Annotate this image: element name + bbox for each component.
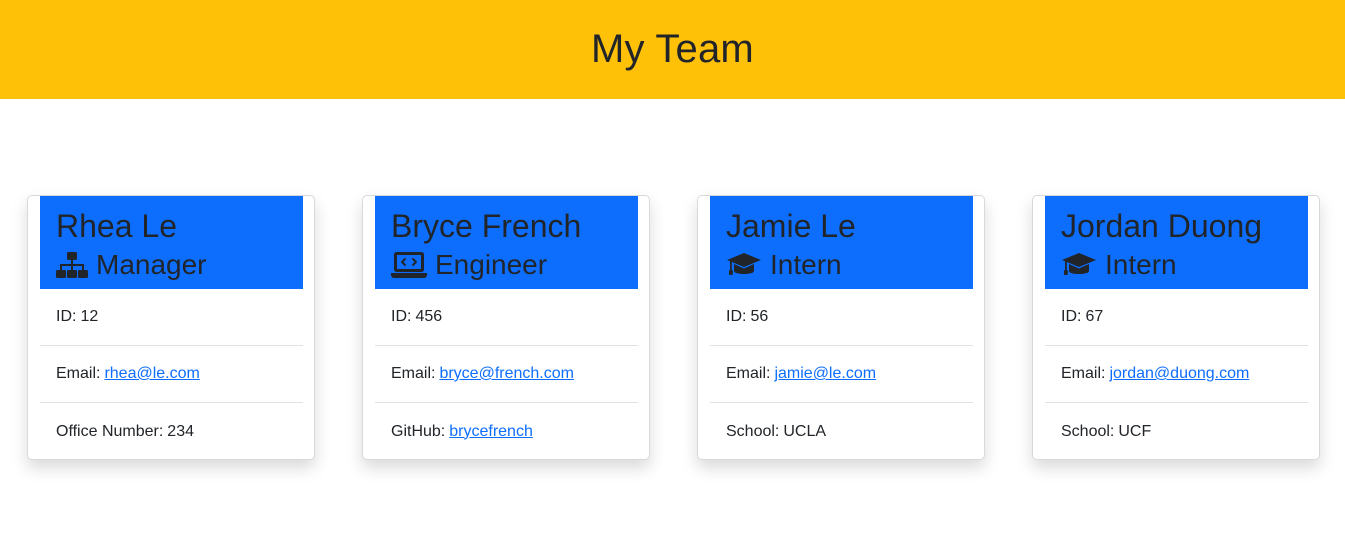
- github-label: GitHub:: [391, 422, 446, 440]
- role-label: Intern: [770, 249, 842, 280]
- employee-role: Engineer: [391, 246, 622, 284]
- employee-email-row: Email: bryce@french.com: [375, 346, 638, 403]
- role-label: Intern: [1105, 249, 1177, 280]
- employee-id-row: ID: 67: [1045, 289, 1308, 346]
- role-label: Engineer: [435, 249, 548, 280]
- id-value: 56: [750, 308, 769, 325]
- id-value: 12: [80, 308, 99, 325]
- sitemap-icon: [56, 252, 88, 278]
- graduation-cap-icon: [1061, 252, 1097, 278]
- office-number-row: Office Number: 234: [40, 403, 303, 460]
- card-header: Rhea Le Manager: [40, 196, 303, 289]
- id-label: ID:: [56, 308, 77, 325]
- employee-card-manager: Rhea Le Manager ID: 12 Email: rhea@le.co…: [27, 195, 315, 460]
- employee-id-row: ID: 456: [375, 289, 638, 346]
- employee-email-row: Email: rhea@le.com: [40, 346, 303, 403]
- employee-role: Intern: [726, 246, 957, 284]
- employee-name: Jordan Duong: [1061, 208, 1263, 244]
- card-header: Jordan Duong Intern: [1045, 196, 1308, 289]
- id-value: 456: [415, 308, 443, 325]
- employee-card-intern: Jordan Duong Intern ID: 67 Email: jordan…: [1032, 195, 1320, 460]
- school-label: School:: [726, 422, 780, 440]
- school-value: UCF: [1118, 422, 1152, 440]
- employee-details: ID: 67 Email: jordan@duong.com School: U…: [1045, 289, 1308, 460]
- id-label: ID:: [391, 308, 412, 325]
- email-link[interactable]: jamie@le.com: [774, 365, 876, 383]
- id-value: 67: [1085, 308, 1104, 325]
- employee-role: Manager: [56, 246, 287, 284]
- team-cards: Rhea Le Manager ID: 12 Email: rhea@le.co…: [0, 99, 1345, 558]
- github-link[interactable]: brycefrench: [449, 423, 533, 441]
- employee-details: ID: 56 Email: jamie@le.com School: UCLA: [710, 289, 973, 460]
- employee-name: Bryce French: [391, 208, 582, 244]
- card-header: Jamie Le Intern: [710, 196, 973, 289]
- email-link[interactable]: jordan@duong.com: [1109, 365, 1249, 383]
- employee-name: Rhea Le: [56, 208, 177, 244]
- email-label: Email:: [391, 365, 436, 382]
- employee-email-row: Email: jordan@duong.com: [1045, 346, 1308, 403]
- email-label: Email:: [56, 365, 101, 382]
- employee-name: Jamie Le: [726, 208, 856, 244]
- employee-card-intern: Jamie Le Intern ID: 56 Email: jamie@le.c…: [697, 195, 985, 460]
- employee-details: ID: 12 Email: rhea@le.com Office Number:…: [40, 289, 303, 460]
- role-label: Manager: [96, 249, 207, 280]
- employee-card-engineer: Bryce French Engineer ID: 456 Email: bry…: [362, 195, 650, 460]
- laptop-code-icon: [391, 252, 427, 278]
- email-label: Email:: [726, 365, 771, 382]
- employee-id-row: ID: 12: [40, 289, 303, 346]
- id-label: ID:: [1061, 308, 1082, 325]
- school-label: School:: [1061, 422, 1115, 440]
- email-label: Email:: [1061, 365, 1106, 382]
- employee-details: ID: 456 Email: bryce@french.com GitHub: …: [375, 289, 638, 460]
- school-row: School: UCF: [1045, 403, 1308, 460]
- email-link[interactable]: bryce@french.com: [439, 365, 574, 383]
- graduation-cap-icon: [726, 252, 762, 278]
- school-row: School: UCLA: [710, 403, 973, 460]
- card-header: Bryce French Engineer: [375, 196, 638, 289]
- employee-id-row: ID: 56: [710, 289, 973, 346]
- page-header: My Team: [0, 0, 1345, 99]
- office-number-value: 234: [167, 422, 194, 440]
- page-title: My Team: [591, 27, 754, 71]
- github-row: GitHub: brycefrench: [375, 403, 638, 460]
- school-value: UCLA: [783, 422, 827, 440]
- employee-role: Intern: [1061, 246, 1292, 284]
- employee-email-row: Email: jamie@le.com: [710, 346, 973, 403]
- office-number-label: Office Number:: [56, 422, 164, 440]
- email-link[interactable]: rhea@le.com: [104, 365, 199, 383]
- id-label: ID:: [726, 308, 747, 325]
